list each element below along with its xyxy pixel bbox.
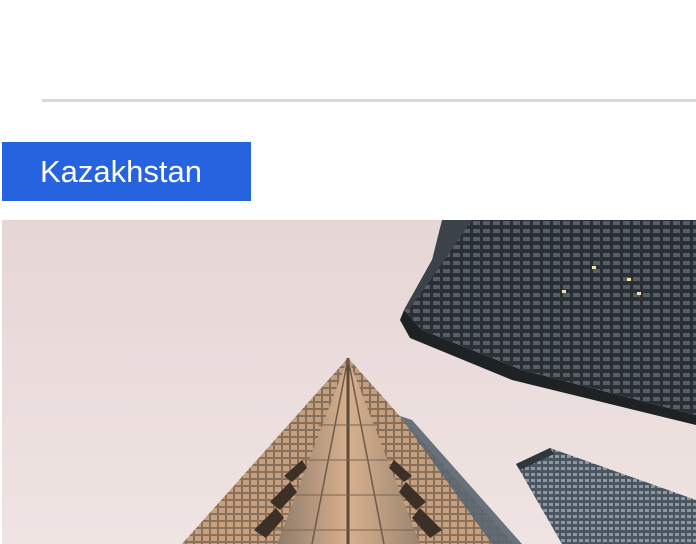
divider [42,99,696,102]
country-tag-button[interactable]: Kazakhstan [2,142,251,201]
page: Kazakhstan [0,0,696,544]
skyscrapers-photo-icon [2,220,696,544]
hero-image [2,220,696,544]
